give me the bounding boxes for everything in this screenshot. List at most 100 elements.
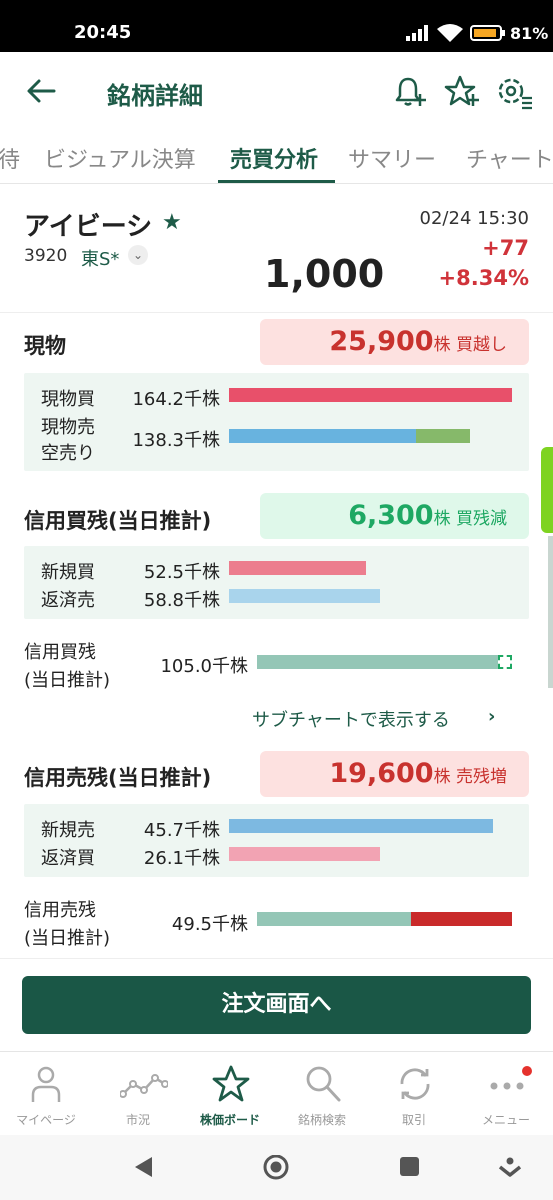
price-change-percent: +8.34%: [438, 266, 529, 290]
refresh-cycle-icon: [400, 1068, 430, 1100]
nav-label: メニュー: [481, 1113, 530, 1127]
spot-net-badge: 25,900株 買越し: [260, 319, 529, 365]
balance-label: 信用売残: [24, 900, 96, 921]
tab-indicator: [218, 180, 335, 183]
balance-value: 49.5千株: [171, 914, 248, 935]
row-value: 138.3千株: [132, 430, 220, 451]
margin-buy-value: 6,300: [348, 500, 434, 531]
order-screen-button[interactable]: 注文画面へ: [22, 976, 531, 1034]
status-time: 20:45: [74, 22, 132, 43]
spot-buy-bar: [229, 388, 512, 402]
tab-bar: 待 ビジュアル決算 売買分析 サマリー チャート: [0, 132, 553, 184]
page-title: 銘柄詳細: [107, 82, 203, 110]
subchart-link[interactable]: サブチャートで表示する: [252, 706, 450, 732]
row-value: 164.2千株: [132, 389, 220, 410]
bottom-nav: マイページ 市況 株価ボード 銘柄検索 取引 メニュー: [0, 1051, 553, 1135]
order-bar: 注文画面へ: [0, 958, 553, 1050]
spot-net-value: 25,900: [329, 326, 434, 357]
price-change: +77: [482, 236, 529, 260]
nav-label: 株価ボード: [199, 1113, 260, 1127]
chevron-right-icon[interactable]: ›: [488, 706, 495, 727]
nav-stock-search[interactable]: 銘柄検索: [276, 1052, 368, 1136]
margin-sell-balance-bar: [257, 912, 411, 926]
battery-percent: 81%: [510, 24, 549, 43]
price-datetime: 02/24 15:30: [419, 208, 529, 229]
section-title-spot: 現物: [24, 334, 66, 358]
favorite-star-icon[interactable]: ★: [162, 210, 182, 235]
repay-buy-bar: [229, 847, 380, 861]
system-nav-bar: [0, 1135, 553, 1200]
tab-partial[interactable]: 待: [0, 142, 20, 174]
row-label: 現物買: [41, 389, 95, 410]
balance-label: 信用買残: [24, 642, 96, 663]
notification-dot: [522, 1066, 532, 1076]
divider: [0, 312, 553, 313]
stock-name: アイビーシ: [24, 212, 153, 242]
market-selector[interactable]: 東S*: [81, 245, 119, 271]
short-sell-bar: [416, 429, 470, 443]
row-value: 58.8千株: [143, 590, 220, 611]
scrollbar-track[interactable]: [548, 536, 553, 688]
margin-sell-breakdown: 新規売 45.7千株 返済買 26.1千株: [24, 804, 529, 877]
nav-label: マイページ: [16, 1113, 76, 1127]
tab-chart[interactable]: チャート: [466, 142, 553, 174]
row-label: 現物売: [41, 417, 95, 438]
margin-buy-badge: 6,300株 買残減: [260, 493, 529, 539]
margin-sell-value: 19,600: [329, 758, 434, 789]
margin-buy-balance-bar: [257, 655, 498, 669]
nav-menu[interactable]: メニュー: [460, 1052, 552, 1136]
spot-sell-bar: [229, 429, 416, 443]
back-arrow-icon[interactable]: [26, 78, 56, 104]
signal-icon: [406, 25, 428, 41]
scroll-handle[interactable]: [541, 447, 553, 533]
star-icon: [212, 1065, 250, 1102]
assistant-icon[interactable]: [498, 1155, 522, 1181]
row-value: 45.7千株: [143, 820, 220, 841]
nav-mypage[interactable]: マイページ: [0, 1052, 92, 1136]
margin-buy-breakdown: 新規買 52.5千株 返済売 58.8千株: [24, 546, 529, 619]
row-label: 新規買: [41, 562, 95, 583]
wifi-icon: [437, 24, 463, 42]
balance-label-2: (当日推計): [24, 928, 111, 949]
margin-buy-unit: 株 買残減: [433, 509, 507, 529]
app-bar: 銘柄詳細: [0, 52, 553, 132]
row-label: 新規売: [41, 820, 95, 841]
spot-breakdown: 現物買 164.2千株 現物売 空売り 138.3千株: [24, 373, 529, 471]
battery-icon: [470, 25, 505, 41]
stock-code: 3920: [24, 246, 68, 266]
nav-label: 市況: [125, 1113, 150, 1127]
nav-market[interactable]: 市況: [92, 1052, 184, 1136]
row-value: 26.1千株: [143, 848, 220, 869]
favorite-add-icon[interactable]: [444, 74, 480, 110]
search-icon: [306, 1066, 341, 1102]
repay-sell-bar: [229, 589, 380, 603]
home-circle-icon[interactable]: [262, 1155, 290, 1183]
market-trend-icon: [120, 1074, 168, 1098]
bell-add-icon[interactable]: [392, 74, 428, 110]
tab-visual-earnings[interactable]: ビジュアル決算: [44, 142, 196, 174]
section-title-margin-buy: 信用買残(当日推計): [24, 509, 212, 533]
spot-net-unit: 株 買越し: [433, 335, 507, 355]
nav-label: 取引: [401, 1113, 426, 1127]
status-bar: 20:45 81%: [0, 0, 553, 52]
margin-sell-unit: 株 売残増: [433, 767, 507, 787]
margin-sell-badge: 19,600株 売残増: [260, 751, 529, 797]
section-title-margin-sell: 信用売残(当日推計): [24, 766, 212, 790]
balance-label-2: (当日推計): [24, 670, 111, 691]
row-value: 52.5千株: [143, 562, 220, 583]
row-label: 返済売: [41, 590, 95, 611]
nav-price-board[interactable]: 株価ボード: [184, 1052, 276, 1136]
row-label-2: 空売り: [41, 443, 95, 464]
tab-trade-analysis[interactable]: 売買分析: [230, 142, 318, 174]
margin-sell-increase-bar: [411, 912, 512, 926]
back-triangle-icon[interactable]: [132, 1155, 154, 1179]
new-buy-bar: [229, 561, 366, 575]
nav-trade[interactable]: 取引: [368, 1052, 460, 1136]
chevron-down-icon[interactable]: ⌄: [128, 245, 148, 265]
margin-buy-decrease-marker: [498, 655, 512, 669]
settings-icon[interactable]: [494, 74, 534, 110]
tab-summary[interactable]: サマリー: [348, 142, 436, 174]
nav-label: 銘柄検索: [297, 1113, 346, 1127]
recents-square-icon[interactable]: [398, 1155, 422, 1179]
stock-price: 1,000: [264, 252, 385, 296]
